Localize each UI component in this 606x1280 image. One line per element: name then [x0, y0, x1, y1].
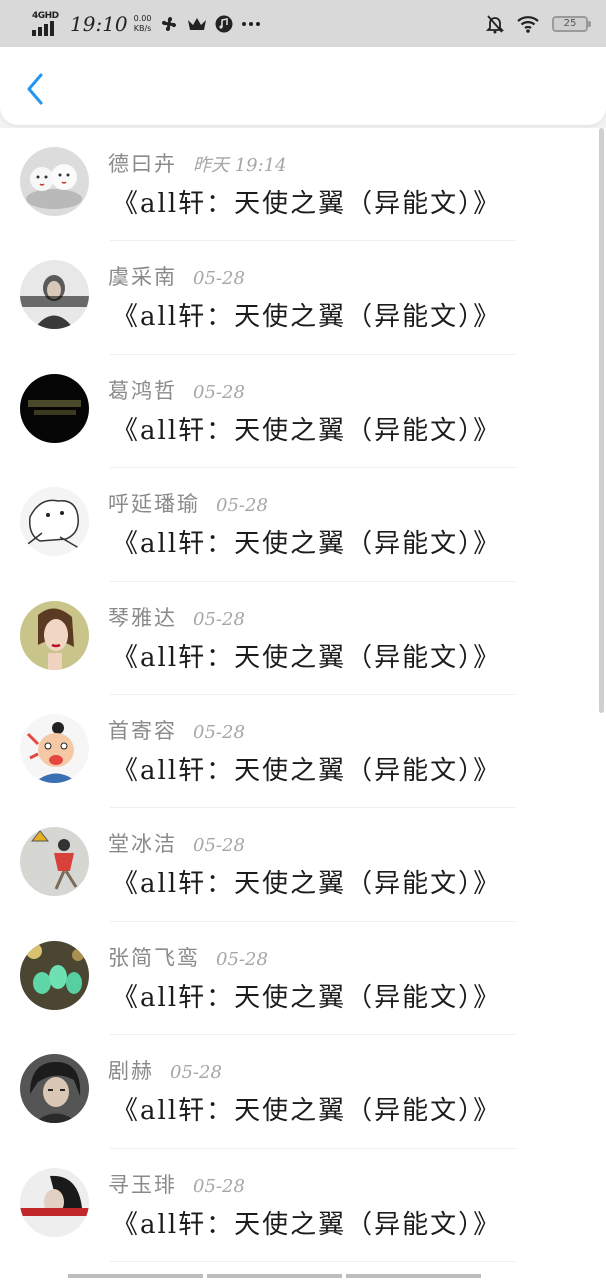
top-nav-bar [0, 47, 606, 125]
message-date: 05-28 [170, 1062, 222, 1084]
message-row[interactable]: 剧赫 05-28 《all轩：天使之翼（异能文）》 [0, 1035, 606, 1149]
message-text: 《all轩：天使之翼（异能文）》 [112, 302, 502, 333]
message-date: 昨天 19:14 [193, 155, 287, 176]
message-date: 05-28 [216, 948, 268, 970]
avatar[interactable] [20, 600, 89, 670]
network-type-label: 4GHD [32, 10, 59, 21]
status-bar: 4GHD 19:10 0.00 KB/s 25 [0, 0, 606, 47]
net-speed: 0.00 KB/s [134, 14, 152, 34]
divider [110, 1260, 516, 1262]
crown-icon [187, 16, 207, 32]
sender-name: 寻玉琲 [108, 1172, 177, 1197]
message-text: 《all轩：天使之翼（异能文）》 [112, 869, 502, 900]
chevron-left-icon [27, 73, 43, 105]
message-text: 《all轩：天使之翼（异能文）》 [112, 529, 502, 560]
sender-name: 虞采南 [108, 265, 177, 290]
message-text: 《all轩：天使之翼（异能文）》 [112, 982, 502, 1013]
battery-icon: 25 [552, 15, 591, 32]
sender-name: 呼延璠瑜 [108, 492, 200, 517]
avatar[interactable] [20, 147, 89, 216]
battery-level: 25 [563, 17, 577, 29]
message-text: 《all轩：天使之翼（异能文）》 [112, 755, 502, 786]
message-row[interactable]: 虞采南 05-28 《all轩：天使之翼（异能文）》 [0, 241, 606, 355]
message-date: 05-28 [193, 835, 245, 857]
scrollbar[interactable] [599, 128, 604, 713]
message-date: 05-28 [193, 721, 245, 743]
music-icon [215, 15, 233, 33]
message-text: 《all轩：天使之翼（异能文）》 [112, 1209, 502, 1240]
net-speed-unit: KB/s [133, 23, 152, 33]
sender-name: 张简飞鸾 [108, 945, 200, 970]
avatar[interactable] [20, 713, 89, 783]
message-text: 《all轩：天使之翼（异能文）》 [112, 642, 502, 673]
message-date: 05-28 [216, 495, 268, 517]
message-date: 05-28 [193, 1175, 245, 1197]
avatar[interactable] [20, 1167, 89, 1237]
sender-name: 德曰卉 [108, 152, 177, 176]
message-date: 05-28 [193, 268, 245, 290]
message-row[interactable]: 德曰卉 昨天 19:14 《all轩：天使之翼（异能文）》 [0, 128, 606, 242]
message-row[interactable]: 寻玉琲 05-28 《all轩：天使之翼（异能文）》 [0, 1149, 606, 1262]
clock: 19:10 [70, 11, 128, 36]
sender-name: 首寄容 [108, 718, 177, 743]
more-icon [241, 21, 261, 27]
avatar[interactable] [20, 373, 89, 443]
avatar[interactable] [20, 260, 89, 330]
message-text: 《all轩：天使之翼（异能文）》 [112, 415, 502, 446]
back-button[interactable] [18, 69, 52, 109]
avatar[interactable] [20, 487, 89, 557]
message-row[interactable]: 琴雅达 05-28 《all轩：天使之翼（异能文）》 [0, 582, 606, 695]
avatar[interactable] [20, 827, 89, 897]
message-row[interactable]: 堂冰洁 05-28 《all轩：天使之翼（异能文）》 [0, 808, 606, 922]
message-date: 05-28 [193, 608, 245, 630]
sender-name: 葛鸿哲 [108, 378, 177, 403]
sender-name: 堂冰洁 [108, 832, 177, 857]
sender-name: 剧赫 [108, 1059, 154, 1084]
message-list: 德曰卉 昨天 19:14 《all轩：天使之翼（异能文）》 虞采南 05-28 … [0, 128, 606, 1280]
avatar[interactable] [20, 940, 89, 1010]
message-text: 《all轩：天使之翼（异能文）》 [112, 189, 502, 219]
bottom-edge [0, 1274, 606, 1280]
message-text: 《all轩：天使之翼（异能文）》 [112, 1096, 502, 1127]
wifi-icon [516, 15, 540, 33]
sender-name: 琴雅达 [108, 605, 177, 630]
message-date: 05-28 [193, 381, 245, 403]
message-row[interactable]: 葛鸿哲 05-28 《all轩：天使之翼（异能文）》 [0, 355, 606, 469]
message-row[interactable]: 张简飞鸾 05-28 《all轩：天使之翼（异能文）》 [0, 922, 606, 1036]
message-row[interactable]: 首寄容 05-28 《all轩：天使之翼（异能文）》 [0, 695, 606, 809]
message-row[interactable]: 呼延璠瑜 05-28 《all轩：天使之翼（异能文）》 [0, 468, 606, 582]
avatar[interactable] [20, 1054, 89, 1124]
fan-icon [159, 14, 179, 34]
net-speed-value: 0.00 [133, 13, 152, 23]
signal-icon: 4GHD [32, 11, 60, 37]
mute-bell-icon [486, 14, 504, 34]
